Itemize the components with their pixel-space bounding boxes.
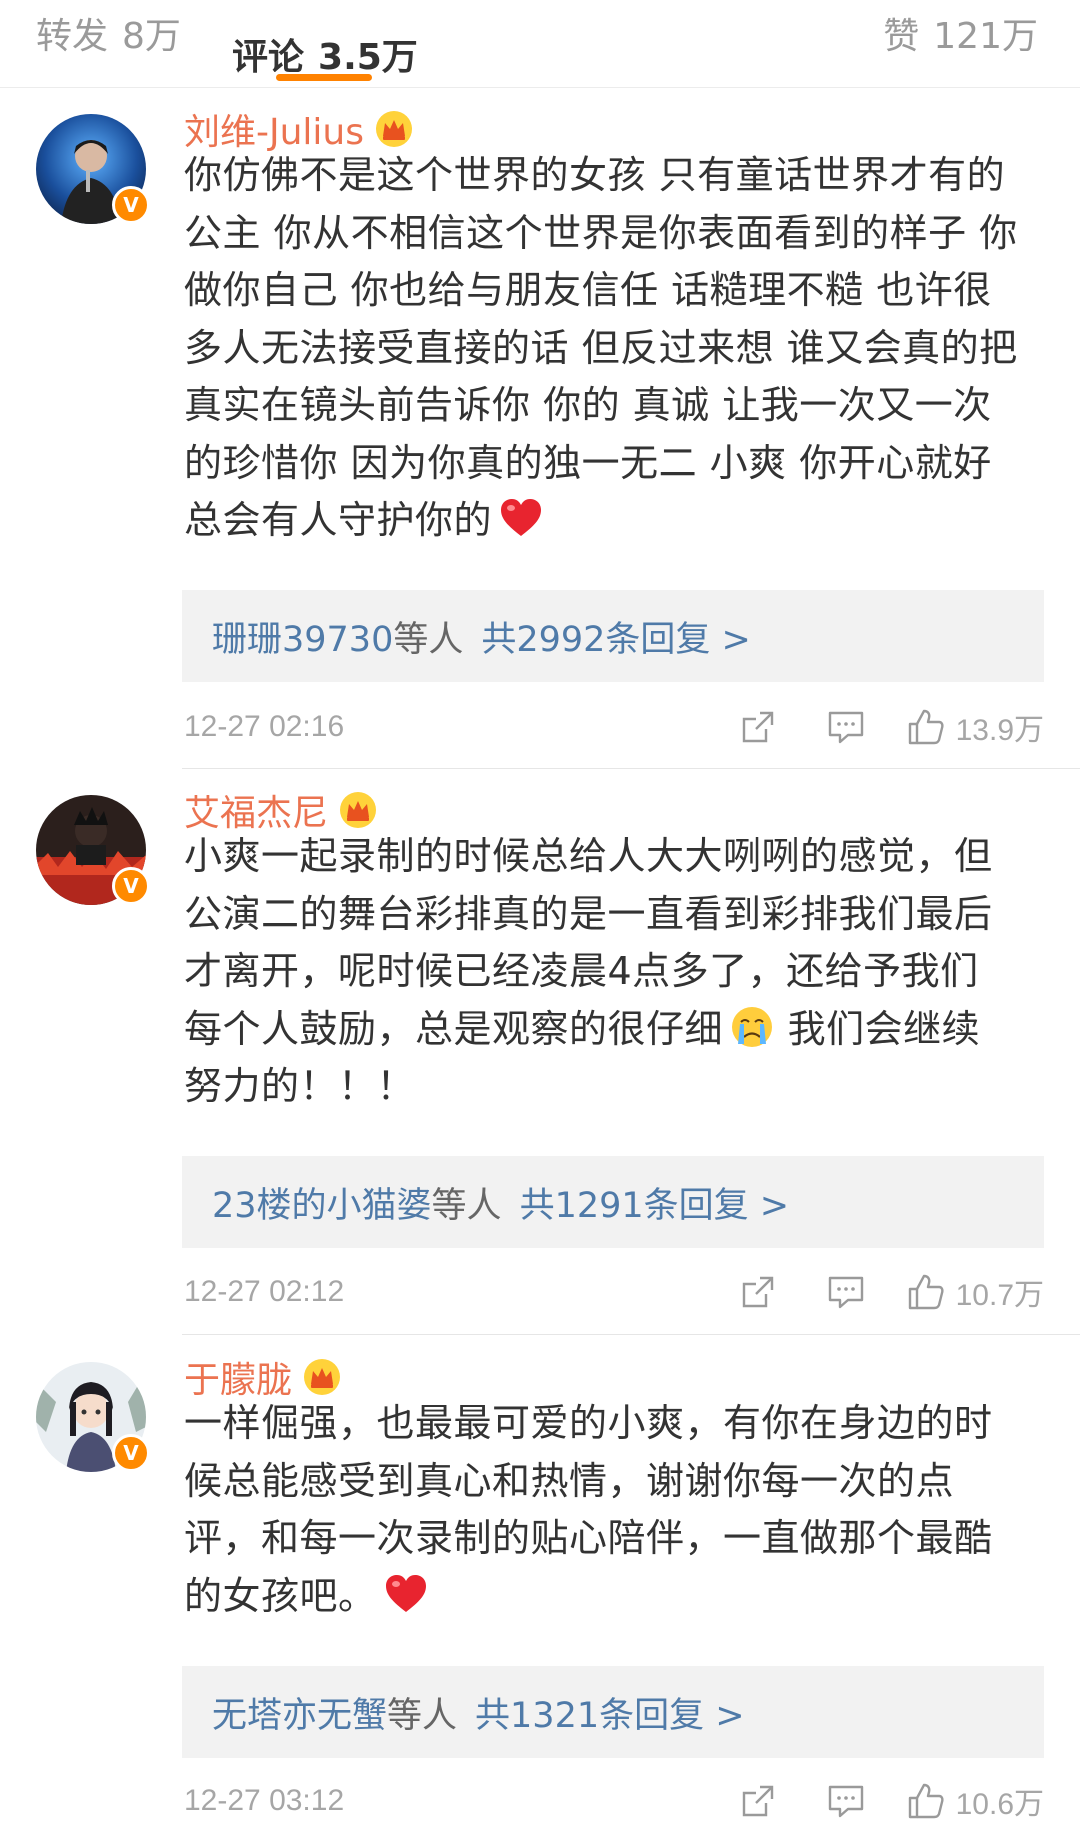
verified-badge-icon: V — [112, 186, 150, 224]
crown-icon — [304, 1359, 341, 1395]
comment-meta: 12-27 02:12 10.7万 — [184, 1267, 1044, 1317]
comment-item: V 于朦胧 一样倔强，也最最可爱的小爽，有你在身边的时 候总能感受到真心和热情，… — [0, 1336, 1080, 1821]
comment-line: 公演二的舞台彩排真的是一直看到彩排我们最后 — [184, 891, 993, 936]
reply-others-text: 等人 — [387, 1695, 458, 1736]
comment-time: 12-27 03:12 — [184, 1784, 345, 1817]
replies-preview[interactable]: 23楼的小猫婆 等人 共1291条回复 > — [182, 1156, 1044, 1248]
comment-line: 评，和每一次录制的贴心陪伴，一直做那个最酷 — [184, 1516, 993, 1560]
tab-like-label: 赞 — [883, 16, 920, 57]
like-button[interactable]: 13.9万 — [906, 705, 1044, 749]
comment-divider — [182, 1334, 1080, 1335]
reply-total-link[interactable]: 共2992条回复 > — [481, 611, 751, 662]
tab-like-count: 121万 — [933, 16, 1038, 57]
avatar[interactable]: V — [36, 1362, 150, 1472]
like-count: 10.7万 — [955, 1279, 1044, 1312]
comment-line: 候总能感受到真心和热情，谢谢你每一次的点 — [184, 1458, 955, 1503]
comment-meta: 12-27 02:16 13.9万 — [184, 702, 1044, 752]
share-icon[interactable] — [738, 1781, 778, 1821]
tab-repost[interactable]: 转发 8万 — [36, 10, 181, 57]
comment-item: V 艾福杰尼 小爽一起录制的时候总给人大大咧咧的感觉，但 公演二的舞台彩排真的是… — [0, 769, 1080, 1335]
comment-tabbar: 转发 8万 评论 3.5万 赞 121万 — [0, 0, 1080, 88]
heart-icon — [385, 1574, 426, 1612]
like-button[interactable]: 10.7万 — [906, 1270, 1044, 1314]
comment-line: 公主 你从不相信这个世界是你表面看到的样子 你 — [184, 210, 1018, 255]
comment-icon[interactable] — [826, 1272, 866, 1312]
comment-time: 12-27 02:12 — [184, 1275, 345, 1308]
thumbs-up-icon — [908, 1783, 944, 1819]
comment-line-tail: 我们会继续 — [775, 1006, 981, 1051]
comment-line-with-emoji: 每个人鼓励，总是观察的很仔细 我们会继续 — [184, 1001, 1044, 1059]
crown-icon — [340, 792, 377, 828]
comment-line: 才离开，呢时候已经凌晨4点多了，还给予我们 — [184, 949, 979, 993]
verified-badge-icon: V — [112, 867, 150, 905]
crown-icon — [376, 111, 413, 147]
comment-icon[interactable] — [826, 1781, 866, 1821]
reply-others-text: 等人 — [393, 619, 464, 660]
reply-user-name[interactable]: 珊珊39730 — [212, 611, 393, 662]
comment-line: 多人无法接受直接的话 但反过来想 谁又会真的把 — [184, 325, 1018, 370]
heart-icon — [501, 499, 542, 536]
crying-face-icon — [732, 1006, 773, 1047]
comment-text: 你仿佛不是这个世界的女孩 只有童话世界才有的 公主 你从不相信这个世界是你表面看… — [184, 147, 1044, 550]
thumbs-up-icon — [908, 1274, 944, 1310]
comment-time: 12-27 02:16 — [184, 710, 345, 743]
comment-actions: 10.6万 — [690, 1779, 1044, 1823]
comment-line: 你仿佛不是这个世界的女孩 只有童话世界才有的 — [184, 153, 1006, 197]
replies-preview[interactable]: 无塔亦无蟹 等人 共1321条回复 > — [182, 1666, 1044, 1758]
reply-user-name[interactable]: 无塔亦无蟹 — [212, 1687, 387, 1738]
active-tab-indicator — [276, 74, 372, 81]
comment-icon[interactable] — [826, 707, 866, 747]
tab-like[interactable]: 赞 121万 — [883, 10, 1038, 57]
reply-user-name[interactable]: 23楼的小猫婆 — [212, 1177, 432, 1228]
tab-repost-label: 转发 — [36, 16, 109, 57]
like-count: 10.6万 — [955, 1788, 1044, 1821]
tab-repost-count: 8万 — [122, 16, 181, 57]
comment-line: 每个人鼓励，总是观察的很仔细 — [184, 1006, 724, 1051]
reply-others-text: 等人 — [431, 1185, 502, 1226]
comment-line: 的珍惜你 因为你真的独一无二 小爽 你开心就好 — [184, 440, 992, 485]
avatar[interactable]: V — [36, 114, 150, 224]
comment-line-last: 的女孩吧。 — [184, 1568, 1044, 1626]
comment-line-last: 总会有人守护你的 — [184, 492, 1044, 550]
comment-text: 一样倔强，也最最可爱的小爽，有你在身边的时 候总能感受到真心和热情，谢谢你每一次… — [184, 1395, 1044, 1625]
comment-actions: 13.9万 — [690, 705, 1044, 749]
share-icon[interactable] — [738, 1272, 778, 1312]
avatar[interactable]: V — [36, 795, 150, 905]
comment-text: 小爽一起录制的时候总给人大大咧咧的感觉，但 公演二的舞台彩排真的是一直看到彩排我… — [184, 828, 1044, 1116]
reply-total-link[interactable]: 共1291条回复 > — [520, 1177, 790, 1228]
share-icon[interactable] — [738, 707, 778, 747]
like-count: 13.9万 — [955, 714, 1044, 747]
comment-item: V 刘维-Julius 你仿佛不是这个世界的女孩 只有童话世界才有的 公主 你从… — [0, 88, 1080, 769]
comment-meta: 12-27 03:12 10.6万 — [184, 1776, 1044, 1826]
replies-preview[interactable]: 珊珊39730 等人 共2992条回复 > — [182, 590, 1044, 682]
comment-line: 的女孩吧。 — [184, 1573, 377, 1618]
like-button[interactable]: 10.6万 — [906, 1779, 1044, 1823]
verified-badge-icon: V — [112, 1434, 150, 1472]
comment-line: 小爽一起录制的时候总给人大大咧咧的感觉，但 — [184, 834, 993, 878]
comment-line: 努力的！！！ — [184, 1064, 416, 1108]
comment-line: 总会有人守护你的 — [184, 498, 493, 542]
comment-line: 一样倔强，也最最可爱的小爽，有你在身边的时 — [184, 1401, 993, 1445]
tab-comment-label: 评论 — [232, 36, 305, 78]
comment-actions: 10.7万 — [690, 1270, 1044, 1314]
thumbs-up-icon — [908, 709, 944, 745]
reply-total-link[interactable]: 共1321条回复 > — [475, 1687, 745, 1738]
tab-comment-count: 3.5万 — [318, 36, 418, 78]
comment-line: 做你自己 你也给与朋友信任 话糙理不糙 也许很 — [184, 268, 992, 312]
comment-line: 真实在镜头前告诉你 你的 真诚 让我一次又一次 — [184, 383, 992, 427]
